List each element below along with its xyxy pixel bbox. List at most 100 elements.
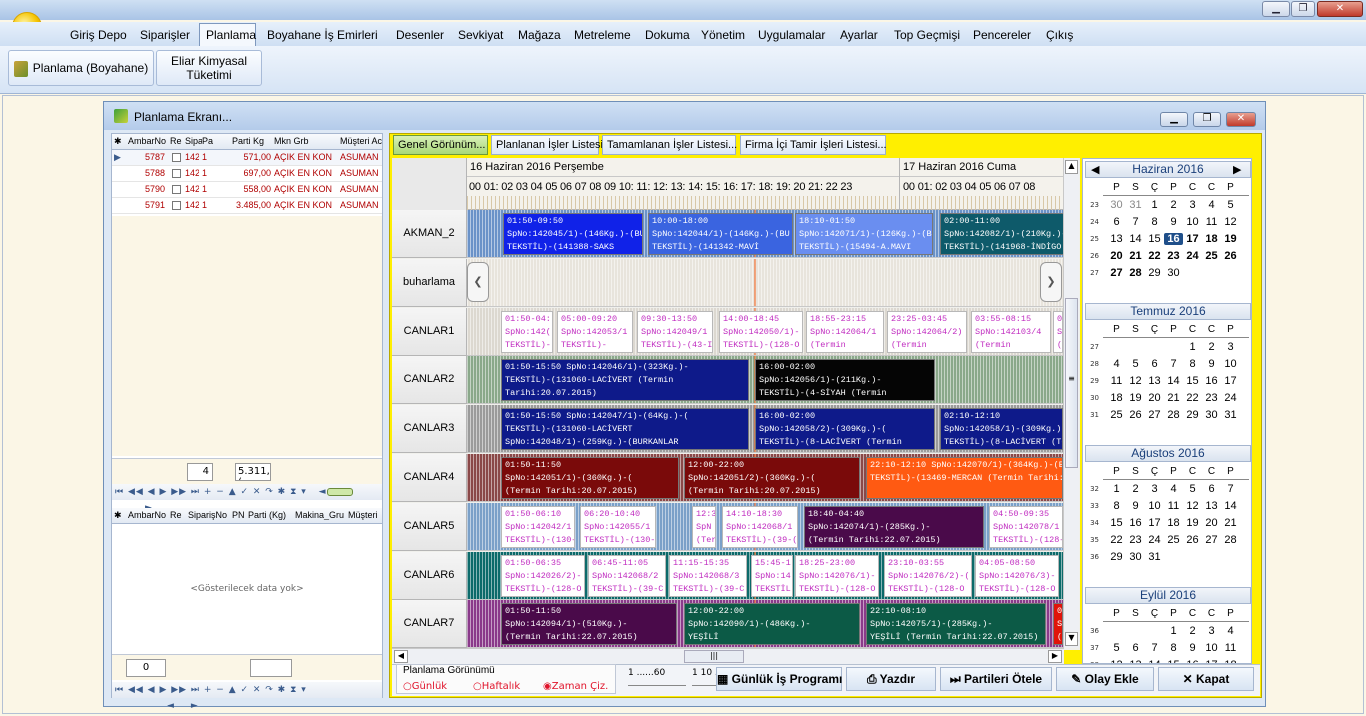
calendar-day[interactable]: 26 <box>1221 250 1240 262</box>
tab-0[interactable]: Genel Görünüm... <box>393 135 488 155</box>
resource-timeline-row[interactable]: 01:50-06:35 SpNo:142026/2)- TEKSTİL)-(128-… <box>467 551 1063 600</box>
calendar-day[interactable]: 9 <box>1164 216 1183 228</box>
calendar-day[interactable]: 16 <box>1126 517 1145 529</box>
calendar-day[interactable]: 2 <box>1164 199 1183 211</box>
calendar-day[interactable]: 11 <box>1107 375 1126 387</box>
grid2-col-header[interactable]: SiparişNo <box>188 510 232 520</box>
job-block[interactable]: 06:45-11:05 SpNo:142068/2 TEKSTİL)-(39-C <box>588 554 666 597</box>
resource-timeline-row[interactable]: 01:50-11:50 SpNo:142051/1)-(360Kg.)-((Ter… <box>467 454 1063 502</box>
menu-item-8[interactable]: Dokuma <box>645 28 690 42</box>
radio-weekly[interactable]: ○Haftalık <box>473 681 520 692</box>
calendar-day[interactable]: 6 <box>1202 483 1221 495</box>
calendar-day[interactable]: 6 <box>1126 642 1145 654</box>
job-block[interactable]: 02:10-12:10 SpNo:142058/1)-(309Kg.)-(TEKS… <box>940 408 1063 451</box>
grid1-col-header[interactable]: Parti Kg <box>232 136 274 146</box>
calendar-day[interactable]: 23 <box>1164 250 1183 262</box>
job-block[interactable]: 12:00-22:00 SpNo:142051/2)-(360Kg.)-((Ter… <box>684 457 860 499</box>
calendar-day[interactable]: 14 <box>1164 375 1183 387</box>
calendar-day[interactable]: 12 <box>1221 216 1240 228</box>
window-minimize-button[interactable]: ▁ <box>1262 1 1290 17</box>
job-block[interactable]: 06:20-10:40 SpNo:142055/1 TEKSTİL)-(130- <box>580 505 656 548</box>
job-block[interactable]: 12:3 SpN (Ter <box>692 505 716 548</box>
calendar-day[interactable]: 29 <box>1107 551 1126 563</box>
calendar-next-icon[interactable]: ▶ <box>1233 163 1241 176</box>
calendar-day[interactable]: 31 <box>1126 199 1145 211</box>
calendar-day[interactable]: 13 <box>1107 233 1126 245</box>
calendar-day[interactable]: 7 <box>1126 216 1145 228</box>
gantt-vertical-scrollbar[interactable]: ▲ ≡ ▼ <box>1063 158 1079 648</box>
job-block[interactable]: 01:50-09:50 SpNo:142045/1)-(146Kg.)-(BU TE… <box>503 213 643 255</box>
calendar-day[interactable]: 16 <box>1202 375 1221 387</box>
buharlama-scroll-left-icon[interactable]: ❮ <box>467 262 489 302</box>
menu-item-1[interactable]: Siparişler <box>140 28 190 42</box>
calendar-day[interactable]: 19 <box>1183 517 1202 529</box>
calendar-day[interactable]: 9 <box>1126 500 1145 512</box>
job-block[interactable]: 09:30-13:50 SpNo:142049/1 TEKSTİL)-(43-I <box>637 310 713 353</box>
calendar-day[interactable]: 10 <box>1202 642 1221 654</box>
calendar-day[interactable]: 24 <box>1221 392 1240 404</box>
resource-timeline-row[interactable]: 01:50-09:50 SpNo:142045/1)-(146Kg.)-(BU TE… <box>467 210 1063 258</box>
calendar-day[interactable]: 25 <box>1107 409 1126 421</box>
menu-item-4[interactable]: Desenler <box>396 28 444 42</box>
job-block[interactable]: 18:55-23:15 SpNo:142064/1 (Termin <box>806 310 884 353</box>
resource-timeline-row[interactable]: 01:50-15:50 SpNo:142046/1)-(323Kg.)- TEKS… <box>467 356 1063 405</box>
calendar-day[interactable]: 24 <box>1183 250 1202 262</box>
calendar-day[interactable]: 7 <box>1221 483 1240 495</box>
planning-dyehouse-button[interactable]: Planlama (Boyahane) <box>8 50 154 86</box>
calendar-day[interactable]: 21 <box>1126 250 1145 262</box>
calendar-day[interactable]: 4 <box>1202 199 1221 211</box>
child-restore-button[interactable]: ❐ <box>1193 112 1221 127</box>
calendar-day[interactable]: 30 <box>1164 267 1183 279</box>
grid1-scroll-thumb[interactable] <box>326 487 353 496</box>
calendar-day[interactable]: 5 <box>1126 358 1145 370</box>
calendar-day[interactable]: 2 <box>1126 483 1145 495</box>
buharlama-scroll-right-icon[interactable]: ❯ <box>1040 262 1062 302</box>
calendar-day[interactable]: 23 <box>1126 534 1145 546</box>
job-block[interactable]: 23:10-03:55 SpNo:142076/2)-(TEKSTİL)-(128… <box>884 554 972 597</box>
job-block[interactable]: 01:50-11:50 SpNo:142094/1)-(510Kg.)- (Term… <box>501 603 677 646</box>
job-block[interactable]: 01:50-11:50 SpNo:142051/1)-(360Kg.)-((Ter… <box>501 457 679 499</box>
calendar-day[interactable]: 19 <box>1126 392 1145 404</box>
grid1-row[interactable]: 5790 1421(1 558,00AÇIK EN KON ASUMAN <box>112 182 382 198</box>
tab-3[interactable]: Firma İçi Tamir İşleri Listesi... <box>740 135 887 155</box>
resource-timeline-row[interactable]: 01:50-04: SpNo:142(TEKSTİL)- 05:00-09:20 Sp… <box>467 307 1063 356</box>
calendar-day[interactable]: 28 <box>1126 267 1145 279</box>
menu-item-3[interactable]: Boyahane İş Emirleri <box>267 28 378 42</box>
calendar-day[interactable]: 21 <box>1164 392 1183 404</box>
calendar-day[interactable]: 17 <box>1221 375 1240 387</box>
daily-program-button[interactable]: ▦ Günlük İş Programı <box>716 667 842 691</box>
calendar-day[interactable]: 14 <box>1221 500 1240 512</box>
menu-item-13[interactable]: Pencereler <box>973 28 1031 42</box>
zoom-slider-1[interactable]: 1 ......60 <box>628 668 692 686</box>
calendar-day[interactable]: 14 <box>1126 233 1145 245</box>
calendar-day[interactable]: 30 <box>1202 409 1221 421</box>
child-minimize-button[interactable]: ▁ <box>1160 112 1188 127</box>
calendar-day[interactable]: 31 <box>1221 409 1240 421</box>
job-block[interactable]: 01:50-15:50 SpNo:142047/1)-(64Kg.)-(TEKS… <box>501 408 749 451</box>
calendar-day[interactable]: 26 <box>1126 409 1145 421</box>
job-block[interactable]: 14:10-18:30 SpNo:142068/1 TEKSTİL)-(39-( <box>722 505 798 548</box>
grid1-navigator[interactable]: ⏮ ◀◀ ◀ ▶ ▶▶ ⏭ + − ▲ ✓ ✕ ↷ ✱ ⧗ ▾ ◄► <box>112 484 382 513</box>
grid1-col-header[interactable]: Pa <box>202 136 232 146</box>
grid1-row[interactable]: 5791 1421(1 3.485,00AÇIK EN KON ASUMAN <box>112 198 382 214</box>
grid1-checkbox[interactable] <box>172 169 181 178</box>
window-restore-button[interactable]: ❐ <box>1291 1 1315 17</box>
calendar-day[interactable]: 4 <box>1164 483 1183 495</box>
calendar-day[interactable]: 1 <box>1145 199 1164 211</box>
grid1-col-header[interactable]: Mkn Grb <box>274 136 340 146</box>
job-block[interactable]: 22:10-12:10 SpNo:142070/1)-(364Kg.)-(BU T… <box>866 457 1063 499</box>
job-block[interactable]: 18:40-04:40 SpNo:142074/1)-(285Kg.)- (Term… <box>804 505 984 548</box>
calendar-day[interactable]: 7 <box>1145 642 1164 654</box>
postpone-batches-button[interactable]: ⏭ Partileri Ötele <box>940 667 1052 691</box>
calendar-day[interactable]: 9 <box>1202 358 1221 370</box>
job-block[interactable]: 01:50-06:10 SpNo:142042/1 TEKSTİL)-(130- <box>501 505 575 548</box>
calendar-day[interactable]: 22 <box>1145 250 1164 262</box>
resource-timeline-row[interactable]: 01:50-15:50 SpNo:142047/1)-(64Kg.)-(TEKS… <box>467 405 1063 454</box>
grid1-col-header[interactable]: Re <box>170 136 185 146</box>
calendar-day[interactable]: 17 <box>1145 517 1164 529</box>
calendar-day[interactable]: 1 <box>1164 625 1183 637</box>
menu-item-7[interactable]: Metreleme <box>574 28 631 42</box>
job-block[interactable]: 12:00-22:00 SpNo:142090/1)-(486Kg.)- YEŞİL… <box>684 603 860 646</box>
calendar-day[interactable]: 18 <box>1202 233 1221 245</box>
menu-item-6[interactable]: Mağaza <box>518 28 561 42</box>
